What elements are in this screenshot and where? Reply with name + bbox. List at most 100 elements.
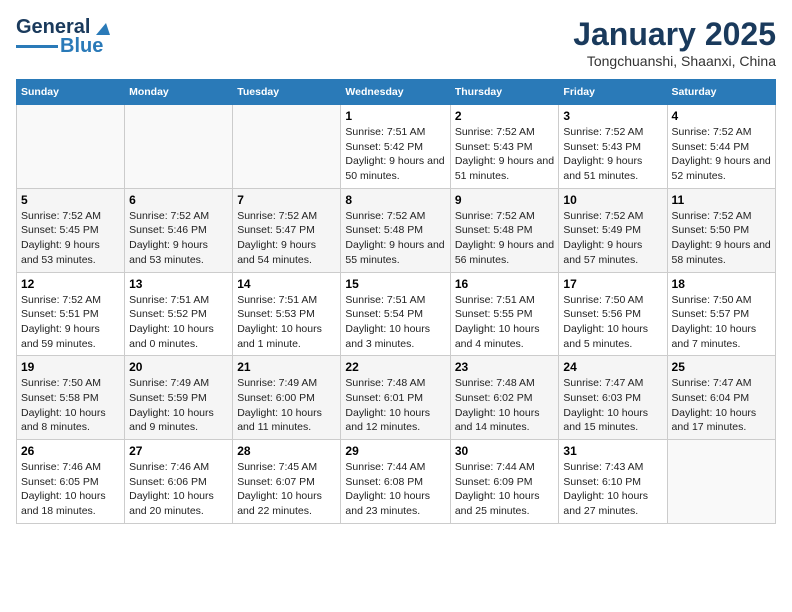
calendar-cell: 17Sunrise: 7:50 AM Sunset: 5:56 PM Dayli… (559, 272, 667, 356)
day-info: Sunrise: 7:52 AM Sunset: 5:46 PM Dayligh… (129, 209, 228, 268)
calendar-week-1: 1Sunrise: 7:51 AM Sunset: 5:42 PM Daylig… (17, 105, 776, 189)
calendar-cell: 22Sunrise: 7:48 AM Sunset: 6:01 PM Dayli… (341, 356, 450, 440)
day-info: Sunrise: 7:44 AM Sunset: 6:09 PM Dayligh… (455, 460, 555, 519)
day-number: 14 (237, 277, 336, 291)
day-number: 13 (129, 277, 228, 291)
day-info: Sunrise: 7:52 AM Sunset: 5:45 PM Dayligh… (21, 209, 120, 268)
calendar-week-3: 12 Sunrise: 7:52 AM Sunset: 5:51 PM Dayli… (17, 272, 776, 356)
calendar-week-4: 19 Sunrise: 7:50 AM Sunset: 5:58 PM Dayli… (17, 356, 776, 440)
day-number: 9 (455, 193, 555, 207)
calendar-cell: 12 Sunrise: 7:52 AM Sunset: 5:51 PM Dayli… (17, 272, 125, 356)
day-number: 22 (345, 360, 445, 374)
day-header-friday: Friday (559, 80, 667, 105)
day-info: Sunrise: 7:51 AM Sunset: 5:53 PM Dayligh… (237, 293, 336, 352)
day-info: Sunrise: 7:50 AM Sunset: 5:57 PM Dayligh… (672, 293, 771, 352)
day-number: 23 (455, 360, 555, 374)
day-number: 24 (563, 360, 662, 374)
day-number: 26 (21, 444, 120, 458)
day-info: Sunrise: 7:47 AM Sunset: 6:04 PM Dayligh… (672, 376, 771, 435)
day-number: 8 (345, 193, 445, 207)
day-number: 4 (672, 109, 771, 123)
day-number: 29 (345, 444, 445, 458)
day-number: 25 (672, 360, 771, 374)
calendar-cell: 10 Sunrise: 7:52 AM Sunset: 5:49 PM Dayli… (559, 188, 667, 272)
calendar-cell: 1Sunrise: 7:51 AM Sunset: 5:42 PM Daylig… (341, 105, 450, 189)
calendar-cell: 31Sunrise: 7:43 AM Sunset: 6:10 PM Dayli… (559, 440, 667, 524)
calendar-cell: 20Sunrise: 7:49 AM Sunset: 5:59 PM Dayli… (125, 356, 233, 440)
day-number: 16 (455, 277, 555, 291)
day-header-tuesday: Tuesday (233, 80, 341, 105)
calendar-cell: 18 Sunrise: 7:50 AM Sunset: 5:57 PM Dayli… (667, 272, 775, 356)
day-info: Sunrise: 7:49 AM Sunset: 6:00 PM Dayligh… (237, 376, 336, 435)
calendar-header-row: SundayMondayTuesdayWednesdayThursdayFrid… (17, 80, 776, 105)
day-info: Sunrise: 7:52 AM Sunset: 5:43 PM Dayligh… (563, 125, 662, 184)
logo: General Blue (16, 16, 110, 58)
day-number: 28 (237, 444, 336, 458)
calendar-week-5: 26 Sunrise: 7:46 AM Sunset: 6:05 PM Dayli… (17, 440, 776, 524)
day-info: Sunrise: 7:52 AM Sunset: 5:51 PM Dayligh… (21, 293, 120, 352)
calendar-cell: 27Sunrise: 7:46 AM Sunset: 6:06 PM Dayli… (125, 440, 233, 524)
calendar-cell: 25 Sunrise: 7:47 AM Sunset: 6:04 PM Dayli… (667, 356, 775, 440)
day-info: Sunrise: 7:48 AM Sunset: 6:02 PM Dayligh… (455, 376, 555, 435)
day-number: 2 (455, 109, 555, 123)
day-header-wednesday: Wednesday (341, 80, 450, 105)
day-number: 1 (345, 109, 445, 123)
calendar-cell: 6 Sunrise: 7:52 AM Sunset: 5:46 PM Daylig… (125, 188, 233, 272)
day-header-sunday: Sunday (17, 80, 125, 105)
location: Tongchuanshi, Shaanxi, China (573, 53, 776, 69)
calendar-cell: 7Sunrise: 7:52 AM Sunset: 5:47 PM Daylig… (233, 188, 341, 272)
calendar-cell: 2 Sunrise: 7:52 AM Sunset: 5:43 PM Daylig… (450, 105, 559, 189)
calendar-cell (125, 105, 233, 189)
calendar-cell: 24Sunrise: 7:47 AM Sunset: 6:03 PM Dayli… (559, 356, 667, 440)
title-block: January 2025 Tongchuanshi, Shaanxi, Chin… (573, 16, 776, 69)
day-info: Sunrise: 7:50 AM Sunset: 5:58 PM Dayligh… (21, 376, 120, 435)
day-number: 18 (672, 277, 771, 291)
day-info: Sunrise: 7:52 AM Sunset: 5:43 PM Dayligh… (455, 125, 555, 184)
day-info: Sunrise: 7:52 AM Sunset: 5:44 PM Dayligh… (672, 125, 771, 184)
page-header: General Blue January 2025 Tongchuanshi, … (16, 16, 776, 69)
calendar-body: 1Sunrise: 7:51 AM Sunset: 5:42 PM Daylig… (17, 105, 776, 524)
day-number: 5 (21, 193, 120, 207)
day-number: 30 (455, 444, 555, 458)
day-info: Sunrise: 7:45 AM Sunset: 6:07 PM Dayligh… (237, 460, 336, 519)
calendar-cell: 4 Sunrise: 7:52 AM Sunset: 5:44 PM Daylig… (667, 105, 775, 189)
day-info: Sunrise: 7:46 AM Sunset: 6:05 PM Dayligh… (21, 460, 120, 519)
day-number: 12 (21, 277, 120, 291)
day-number: 10 (563, 193, 662, 207)
day-header-monday: Monday (125, 80, 233, 105)
calendar-cell: 19 Sunrise: 7:50 AM Sunset: 5:58 PM Dayli… (17, 356, 125, 440)
calendar-cell: 16 Sunrise: 7:51 AM Sunset: 5:55 PM Dayli… (450, 272, 559, 356)
day-info: Sunrise: 7:52 AM Sunset: 5:48 PM Dayligh… (345, 209, 445, 268)
calendar-cell (17, 105, 125, 189)
day-number: 27 (129, 444, 228, 458)
day-info: Sunrise: 7:52 AM Sunset: 5:50 PM Dayligh… (672, 209, 771, 268)
day-info: Sunrise: 7:52 AM Sunset: 5:49 PM Dayligh… (563, 209, 662, 268)
day-info: Sunrise: 7:51 AM Sunset: 5:54 PM Dayligh… (345, 293, 445, 352)
month-title: January 2025 (573, 16, 776, 53)
day-number: 3 (563, 109, 662, 123)
calendar-cell: 23 Sunrise: 7:48 AM Sunset: 6:02 PM Dayli… (450, 356, 559, 440)
calendar-cell: 5 Sunrise: 7:52 AM Sunset: 5:45 PM Daylig… (17, 188, 125, 272)
calendar-cell: 15 Sunrise: 7:51 AM Sunset: 5:54 PM Dayli… (341, 272, 450, 356)
logo-blue: Blue (60, 35, 103, 58)
calendar-cell (667, 440, 775, 524)
day-info: Sunrise: 7:52 AM Sunset: 5:47 PM Dayligh… (237, 209, 336, 268)
calendar-cell: 8 Sunrise: 7:52 AM Sunset: 5:48 PM Daylig… (341, 188, 450, 272)
logo-icon (92, 19, 110, 37)
calendar-cell: 11Sunrise: 7:52 AM Sunset: 5:50 PM Dayli… (667, 188, 775, 272)
day-number: 31 (563, 444, 662, 458)
day-number: 15 (345, 277, 445, 291)
calendar-cell: 26 Sunrise: 7:46 AM Sunset: 6:05 PM Dayli… (17, 440, 125, 524)
day-number: 17 (563, 277, 662, 291)
calendar-cell: 30 Sunrise: 7:44 AM Sunset: 6:09 PM Dayli… (450, 440, 559, 524)
calendar-cell: 13 Sunrise: 7:51 AM Sunset: 5:52 PM Dayli… (125, 272, 233, 356)
day-header-thursday: Thursday (450, 80, 559, 105)
calendar-week-2: 5 Sunrise: 7:52 AM Sunset: 5:45 PM Daylig… (17, 188, 776, 272)
day-info: Sunrise: 7:49 AM Sunset: 5:59 PM Dayligh… (129, 376, 228, 435)
day-info: Sunrise: 7:51 AM Sunset: 5:52 PM Dayligh… (129, 293, 228, 352)
day-number: 19 (21, 360, 120, 374)
day-info: Sunrise: 7:51 AM Sunset: 5:55 PM Dayligh… (455, 293, 555, 352)
day-number: 6 (129, 193, 228, 207)
day-info: Sunrise: 7:44 AM Sunset: 6:08 PM Dayligh… (345, 460, 445, 519)
day-number: 21 (237, 360, 336, 374)
